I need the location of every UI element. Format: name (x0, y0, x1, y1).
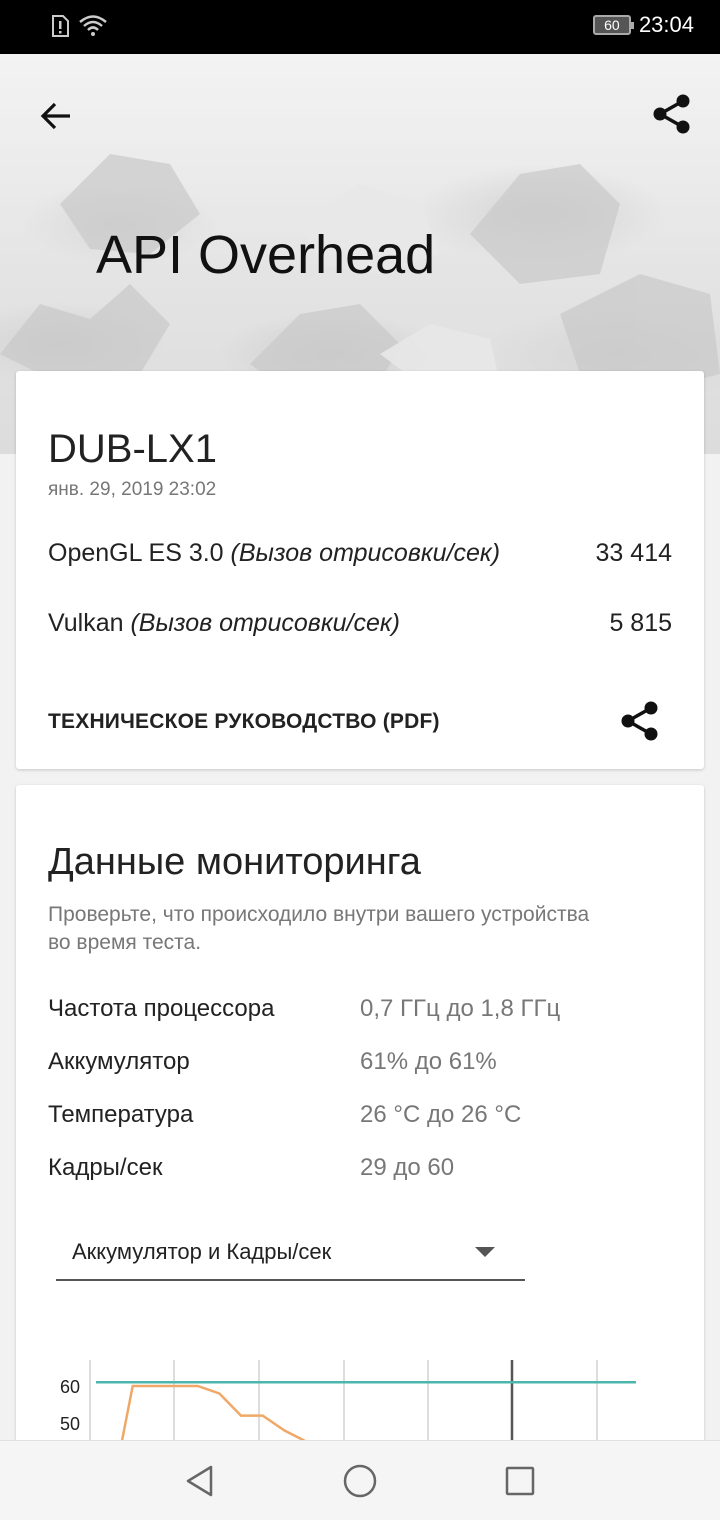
nav-recents-button[interactable] (498, 1459, 542, 1503)
square-recents-icon (505, 1466, 535, 1496)
monitoring-value: 0,7 ГГц до 1,8 ГГц (360, 995, 561, 1022)
monitoring-value: 29 до 60 (360, 1154, 455, 1181)
monitoring-label: Температура (48, 1101, 194, 1128)
monitoring-label: Аккумулятор (48, 1048, 190, 1075)
monitoring-row: Кадры/сек 29 до 60 (48, 1154, 454, 1182)
monitoring-title: Данные мониторинга (48, 841, 421, 883)
system-nav-bar (0, 1440, 720, 1520)
monitoring-card: Данные мониторинга Проверьте, что происх… (16, 785, 704, 1485)
score-row-vulkan: Vulkan (Вызов отрисовки/сек) 5 815 (48, 609, 672, 638)
monitoring-description: Проверьте, что происходило внутри вашего… (48, 903, 590, 954)
monitoring-row: Частота процессора 0,7 ГГц до 1,8 ГГц (48, 995, 560, 1023)
monitoring-label: Кадры/сек (48, 1154, 163, 1181)
status-bar: 60 23:04 (0, 0, 720, 54)
circle-home-icon (343, 1464, 377, 1498)
chart-y-tick-label: 50 (60, 1414, 80, 1434)
score-value: 33 414 (595, 539, 672, 567)
nav-home-button[interactable] (338, 1459, 382, 1503)
score-name: OpenGL ES 3.0 (48, 539, 224, 567)
arrow-left-icon (40, 102, 70, 130)
score-unit: (Вызов отрисовки/сек) (230, 539, 501, 567)
triangle-back-icon (186, 1465, 213, 1497)
monitoring-row: Аккумулятор 61% до 61% (48, 1048, 497, 1076)
sim-alert-icon (52, 15, 69, 37)
back-button[interactable] (30, 90, 82, 142)
score-row-opengl: OpenGL ES 3.0 (Вызов отрисовки/сек) 33 4… (48, 539, 672, 568)
battery-icon: 60 (592, 15, 634, 35)
chart-y-tick-label: 60 (60, 1377, 80, 1397)
technical-guide-link[interactable]: ТЕХНИЧЕСКОЕ РУКОВОДСТВО (PDF) (48, 710, 440, 734)
share-icon (653, 94, 690, 134)
clock: 23:04 (638, 12, 694, 37)
monitoring-value: 61% до 61% (360, 1048, 497, 1075)
page-title: API Overhead (96, 225, 436, 285)
chevron-down-icon (475, 1247, 495, 1257)
chart-type-dropdown[interactable]: Аккумулятор и Кадры/сек (56, 1229, 525, 1281)
result-card: DUB-LX1 янв. 29, 2019 23:02 OpenGL ES 3.… (16, 371, 704, 769)
wifi-icon (79, 15, 107, 36)
nav-back-button[interactable] (178, 1459, 222, 1503)
score-unit: (Вызов отрисовки/сек) (130, 609, 400, 637)
monitoring-value: 26 °C до 26 °C (360, 1101, 522, 1128)
share-button[interactable] (646, 88, 698, 140)
test-date: янв. 29, 2019 23:02 (48, 479, 217, 500)
status-icons (50, 14, 108, 38)
share-guide-button[interactable] (616, 697, 664, 745)
share-icon (621, 701, 658, 741)
monitoring-label: Частота процессора (48, 995, 275, 1022)
dropdown-selected-value: Аккумулятор и Кадры/сек (72, 1239, 332, 1264)
score-value: 5 815 (609, 609, 672, 637)
monitoring-row: Температура 26 °C до 26 °C (48, 1101, 521, 1129)
device-name: DUB-LX1 (48, 427, 217, 471)
score-name: Vulkan (48, 609, 124, 637)
